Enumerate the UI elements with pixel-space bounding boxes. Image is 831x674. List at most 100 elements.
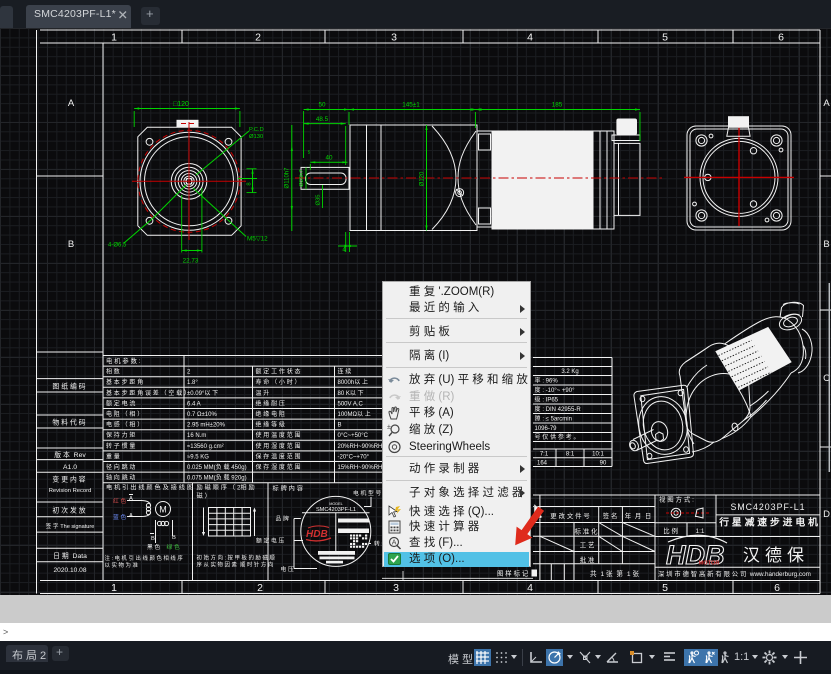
svg-text:级: IP65: 级: IP65 [535,395,559,403]
svg-text:3: 3 [391,32,397,44]
svg-text:电感（相）: 电感（相） [106,421,145,429]
svg-text:B: B [172,535,176,541]
svg-text:Ø110h7: Ø110h7 [285,167,291,189]
svg-text:≈13560 g.cm²: ≈13560 g.cm² [187,444,224,450]
svg-text:图纸编码: 图纸编码 [52,382,87,391]
svg-text:电阻（相）: 电阻（相） [106,410,145,418]
svg-text:0.025 MM(负载450g): 0.025 MM(负载450g) [187,463,247,471]
svg-text:版本 Rev: 版本 Rev [54,450,86,459]
svg-text:黑色: 黑色 [147,543,162,551]
svg-text:5: 5 [662,582,668,594]
svg-text:转子惯量: 转子惯量 [106,442,137,450]
svg-text:行星减速步进电机: 行星减速步进电机 [718,516,821,529]
svg-text:22.73: 22.73 [183,258,199,265]
svg-text:2: 2 [187,370,191,376]
svg-text:标牌内容: 标牌内容 [273,485,305,493]
svg-text:批准: 批准 [580,555,597,564]
svg-text:Ø25h7: Ø25h7 [299,169,305,186]
svg-text:B: B [823,239,829,250]
svg-text:500V A.C: 500V A.C [338,401,364,407]
svg-text:以实物为准: 以实物为准 [105,561,140,569]
svg-text:10:1: 10:1 [592,452,604,458]
svg-text:初始方向: 按甲板的励磁顺: 初始方向: 按甲板的励磁顺 [197,554,277,562]
svg-text:164: 164 [537,460,548,466]
svg-text:2: 2 [255,32,261,44]
svg-text:0.7 Ω±10%: 0.7 Ω±10% [187,412,217,418]
svg-text:轴向跳动: 轴向跳动 [106,474,137,482]
svg-text:签名: 签名 [603,511,620,520]
svg-text:□120: □120 [173,101,189,108]
svg-text:磁）: 磁） [197,492,213,500]
svg-text:4: 4 [527,32,533,44]
svg-text:1.8°: 1.8° [187,380,198,386]
svg-text:寿命（小时）: 寿命（小时） [256,378,303,386]
svg-text:电机参数:: 电机参数: [106,356,141,365]
svg-text:更改文件号: 更改文件号 [550,511,591,520]
svg-text:温升: 温升 [256,389,272,397]
svg-text:6: 6 [778,32,784,44]
svg-text:B: B [68,239,74,250]
svg-text:相数: 相数 [106,368,122,376]
svg-text:A: A [392,540,397,547]
svg-text:基本步距角误差（空载）: 基本步距角误差（空载） [106,389,192,397]
svg-text:日期 Data: 日期 Data [53,552,87,560]
svg-text:号仅供参考。: 号仅供参考。 [535,433,582,441]
svg-text:电机引出线颜色及接线图: 电机引出线颜色及接线图 [106,484,195,492]
svg-text:绝缘等级: 绝缘等级 [256,421,287,429]
svg-text:额定电流: 额定电流 [106,399,137,407]
svg-text:≈9.5 KG: ≈9.5 KG [187,454,209,460]
svg-text:48.5: 48.5 [316,116,329,123]
svg-text:物料代码: 物料代码 [52,418,87,427]
svg-text:径向跳动: 径向跳动 [106,463,137,471]
svg-text:100MΩ以上: 100MΩ以上 [338,410,373,418]
svg-text:保存温度范围: 保存温度范围 [256,452,303,460]
svg-text:使用温度范围: 使用温度范围 [256,431,303,439]
svg-text:绝缘电阻: 绝缘电阻 [256,410,287,418]
svg-text:A: A [823,98,830,109]
svg-text:7:1: 7:1 [540,452,549,458]
svg-text:绝缘耐压: 绝缘耐压 [256,399,287,407]
svg-text:图样标记: 图样标记 [497,569,530,578]
svg-text:4-Ø6.5: 4-Ø6.5 [108,243,127,249]
svg-text:汉德保: 汉德保 [743,546,809,565]
svg-text:度: DIN 42955-R: 度: DIN 42955-R [535,405,582,413]
svg-text:初次发放: 初次发放 [52,506,87,515]
svg-text:±0.09°以下: ±0.09°以下 [187,390,220,397]
svg-text:50: 50 [318,102,326,109]
svg-text:90: 90 [600,460,607,466]
svg-text:3.2 Kg: 3.2 Kg [561,369,578,375]
svg-text:度: -10°~ +90°: 度: -10°~ +90° [535,386,576,394]
svg-text:签字The signature: 签字The signature [46,522,95,530]
svg-text:5: 5 [308,150,311,156]
svg-text:序从实物因素 顺时针方向: 序从实物因素 顺时针方向 [197,561,275,569]
svg-text:品牌: 品牌 [276,515,291,523]
svg-text:0.075 MM(负载920g): 0.075 MM(负载920g) [187,474,247,482]
svg-text:16 N.m: 16 N.m [187,433,206,439]
svg-text:注: 电机引出线颜色相线序: 注: 电机引出线颜色相线序 [105,554,185,562]
svg-text:B: B [338,423,342,429]
svg-text:8: 8 [247,182,253,185]
svg-text:80 K以下: 80 K以下 [338,390,366,397]
svg-text:2: 2 [257,582,263,594]
svg-text:M5▽12: M5▽12 [247,236,268,243]
svg-text:红色: 红色 [113,497,128,505]
svg-text:深圳市德智高新有限公司 www.handerburg.com: 深圳市德智高新有限公司 www.handerburg.com [658,569,811,578]
svg-text:额定工作状态: 额定工作状态 [256,368,303,376]
svg-text:隙: ≤ 5arcmin: 隙: ≤ 5arcmin [535,414,572,422]
svg-text:8000h以上: 8000h以上 [338,378,370,386]
svg-text:±: ± [387,424,391,431]
svg-text:3: 3 [393,582,399,594]
svg-text:M: M [159,505,167,515]
svg-text:Ø120: Ø120 [420,171,426,186]
svg-text:工艺: 工艺 [580,541,597,549]
svg-text:SMC4203PF-L1: SMC4203PF-L1 [316,507,356,513]
svg-text:B: B [151,536,155,542]
svg-text:1: 1 [111,582,117,594]
svg-text:40: 40 [325,155,333,162]
svg-text:5: 5 [662,32,668,44]
svg-text:保持力矩: 保持力矩 [106,431,137,439]
svg-text:Ø35: Ø35 [316,195,322,206]
svg-text:D: D [823,509,830,520]
svg-text:标准化: 标准化 [575,527,600,536]
svg-text:Ø130: Ø130 [249,134,263,140]
